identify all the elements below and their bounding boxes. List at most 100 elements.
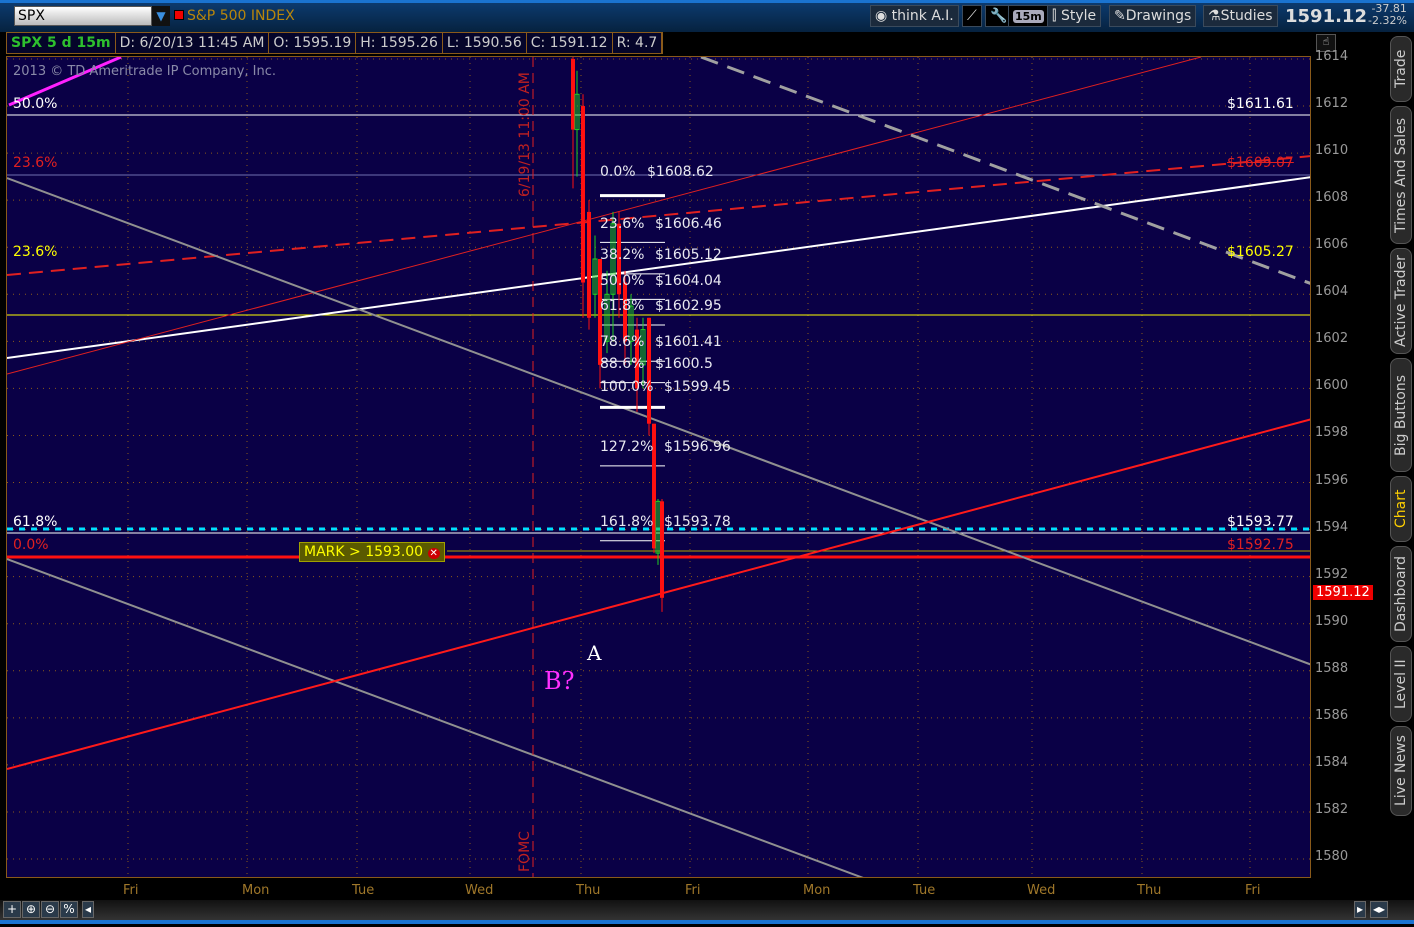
y-tick-label: 1588	[1315, 660, 1349, 676]
style-label: Style	[1060, 8, 1097, 24]
bar-close: C: 1591.12	[527, 33, 613, 53]
fib-price-label: $1596.96	[664, 439, 731, 455]
scroll-left-icon[interactable]: ◂	[82, 901, 94, 918]
alert-badge[interactable]: MARK > 1593.00 ✕	[299, 542, 445, 562]
tab-active-trader[interactable]: Active Trader	[1390, 248, 1412, 354]
drawings-button[interactable]: ✎Drawings	[1109, 5, 1197, 27]
level-right-label: $1605.27	[1227, 244, 1294, 260]
y-tick-label: 1582	[1315, 801, 1349, 817]
fib-percent-label: 100.0%	[600, 379, 654, 395]
fib-percent-label: 61.8%	[600, 298, 645, 314]
y-tick-label: 1600	[1315, 378, 1349, 394]
think-ai-label: think A.I.	[891, 8, 954, 24]
copyright: 2013 © TD Ameritrade IP Company, Inc.	[13, 64, 277, 79]
fib-price-label: $1605.12	[655, 247, 722, 263]
tab-big-buttons[interactable]: Big Buttons	[1390, 358, 1412, 472]
bar-high: H: 1595.26	[356, 33, 443, 53]
crosshair-icon[interactable]: +	[3, 901, 21, 918]
expand-icon[interactable]: ◂▸	[1370, 901, 1388, 918]
fib-percent-label: 78.6%	[600, 334, 645, 350]
alert-remove-icon[interactable]: ✕	[427, 548, 440, 559]
style-button[interactable]: ⫿ Style	[1047, 5, 1102, 27]
fomc-label: FOMC	[517, 831, 533, 872]
tab-live-news[interactable]: Live News	[1390, 726, 1412, 816]
zoom-in-icon[interactable]: ⊕	[22, 901, 40, 918]
chart-header: SPX 5 d 15m D: 6/20/13 11:45 AM O: 1595.…	[6, 32, 664, 54]
x-tick-label: Wed	[465, 883, 494, 898]
link-color-icon[interactable]	[174, 10, 184, 20]
zoom-out-icon[interactable]: ⊖	[41, 901, 59, 918]
fib-percent-label: 127.2%	[600, 439, 654, 455]
price-change: -37.81 -2.32%	[1368, 3, 1407, 27]
last-price: 1591.12	[1285, 6, 1367, 27]
bar-low: L: 1590.56	[443, 33, 527, 53]
level-right-label: $1592.75	[1227, 537, 1294, 553]
tab-trade[interactable]: Trade	[1390, 36, 1412, 102]
level-left-label: 61.8%	[13, 514, 58, 530]
bottom-scrollbar[interactable]	[0, 900, 1414, 920]
y-tick-label: 1592	[1315, 566, 1349, 582]
x-tick-label: Mon	[242, 883, 270, 898]
fib-price-label: $1600.5	[655, 356, 713, 372]
y-tick-label: 1598	[1315, 425, 1349, 441]
fib-percent-label: 23.6%	[600, 216, 645, 232]
trend-line-white[interactable]	[7, 176, 1311, 359]
event-time-label: 6/19/13 11:00 AM	[517, 72, 533, 197]
symbol-input[interactable]: SPX	[14, 6, 152, 26]
fib-percent-label: 88.6%	[600, 356, 645, 372]
pencil-icon: ✎	[1114, 8, 1126, 24]
tab-times-and-sales[interactable]: Times And Sales	[1390, 106, 1412, 244]
fib-price-label: $1593.78	[664, 514, 731, 530]
drawing-tool-icon[interactable]: ⟋	[962, 5, 982, 27]
level-right-label: $1609.07	[1227, 155, 1294, 171]
y-tick-label: 1614	[1315, 48, 1349, 64]
y-tick-label: 1608	[1315, 190, 1349, 206]
alert-label: MARK > 1593.00	[304, 544, 424, 560]
fib-percent-label: 161.8%	[600, 514, 654, 530]
y-tick-label: 1604	[1315, 284, 1349, 300]
price-chart[interactable]: 2013 © TD Ameritrade IP Company, Inc. 50…	[6, 56, 1311, 878]
level-left-label: 23.6%	[13, 244, 58, 260]
fib-price-label: $1604.04	[655, 273, 722, 289]
bar-open: O: 1595.19	[269, 33, 357, 53]
tab-dashboard[interactable]: Dashboard	[1390, 546, 1412, 642]
y-tick-label: 1580	[1315, 849, 1349, 864]
studies-label: Studies	[1220, 8, 1273, 24]
y-tick-label: 1594	[1315, 519, 1349, 535]
timeframe-button[interactable]: 15m	[1008, 5, 1049, 27]
symbol-dropdown-icon[interactable]: ▼	[152, 6, 170, 26]
channel-line-gray-lower[interactable]	[7, 558, 866, 878]
drawings-label: Drawings	[1125, 8, 1192, 24]
current-price-badge: 1591.12	[1313, 585, 1373, 600]
trend-line-red[interactable]	[7, 418, 1311, 770]
y-tick-label: 1606	[1315, 237, 1349, 253]
timeframe-label: 15m	[1013, 10, 1044, 23]
fib-percent-label: 38.2%	[600, 247, 645, 263]
tab-level-ii[interactable]: Level II	[1390, 646, 1412, 722]
fib-price-label: $1602.95	[655, 298, 722, 314]
percent-button[interactable]: %	[60, 901, 78, 918]
candle-body	[571, 58, 575, 130]
fib-price-label: $1606.46	[655, 216, 722, 232]
think-ai-button[interactable]: ◉ think A.I.	[870, 5, 959, 27]
fib-price-label: $1601.41	[655, 334, 722, 350]
y-tick-label: 1602	[1315, 331, 1349, 347]
candle-body	[647, 317, 651, 424]
tab-chart[interactable]: Chart	[1390, 476, 1412, 542]
chart-title: SPX 5 d 15m	[7, 33, 116, 53]
bottom-border	[0, 920, 1414, 924]
x-tick-label: Fri	[123, 883, 139, 898]
fib-percent-label: 0.0%	[600, 164, 636, 180]
x-tick-label: Fri	[685, 883, 701, 898]
x-tick-label: Tue	[352, 883, 375, 898]
right-panel-tabs: Trade Times And Sales Active Trader Big But…	[1390, 36, 1412, 866]
candle-body	[587, 211, 591, 318]
level-left-label: 0.0%	[13, 537, 49, 553]
level-left-label: 50.0%	[13, 96, 58, 112]
x-tick-label: Fri	[1245, 883, 1261, 898]
y-tick-label: 1590	[1315, 613, 1349, 629]
studies-button[interactable]: ⚗Studies	[1203, 5, 1278, 27]
scroll-right-icon[interactable]: ▸	[1354, 901, 1366, 918]
x-tick-label: Thu	[576, 883, 601, 898]
x-tick-label: Wed	[1027, 883, 1056, 898]
